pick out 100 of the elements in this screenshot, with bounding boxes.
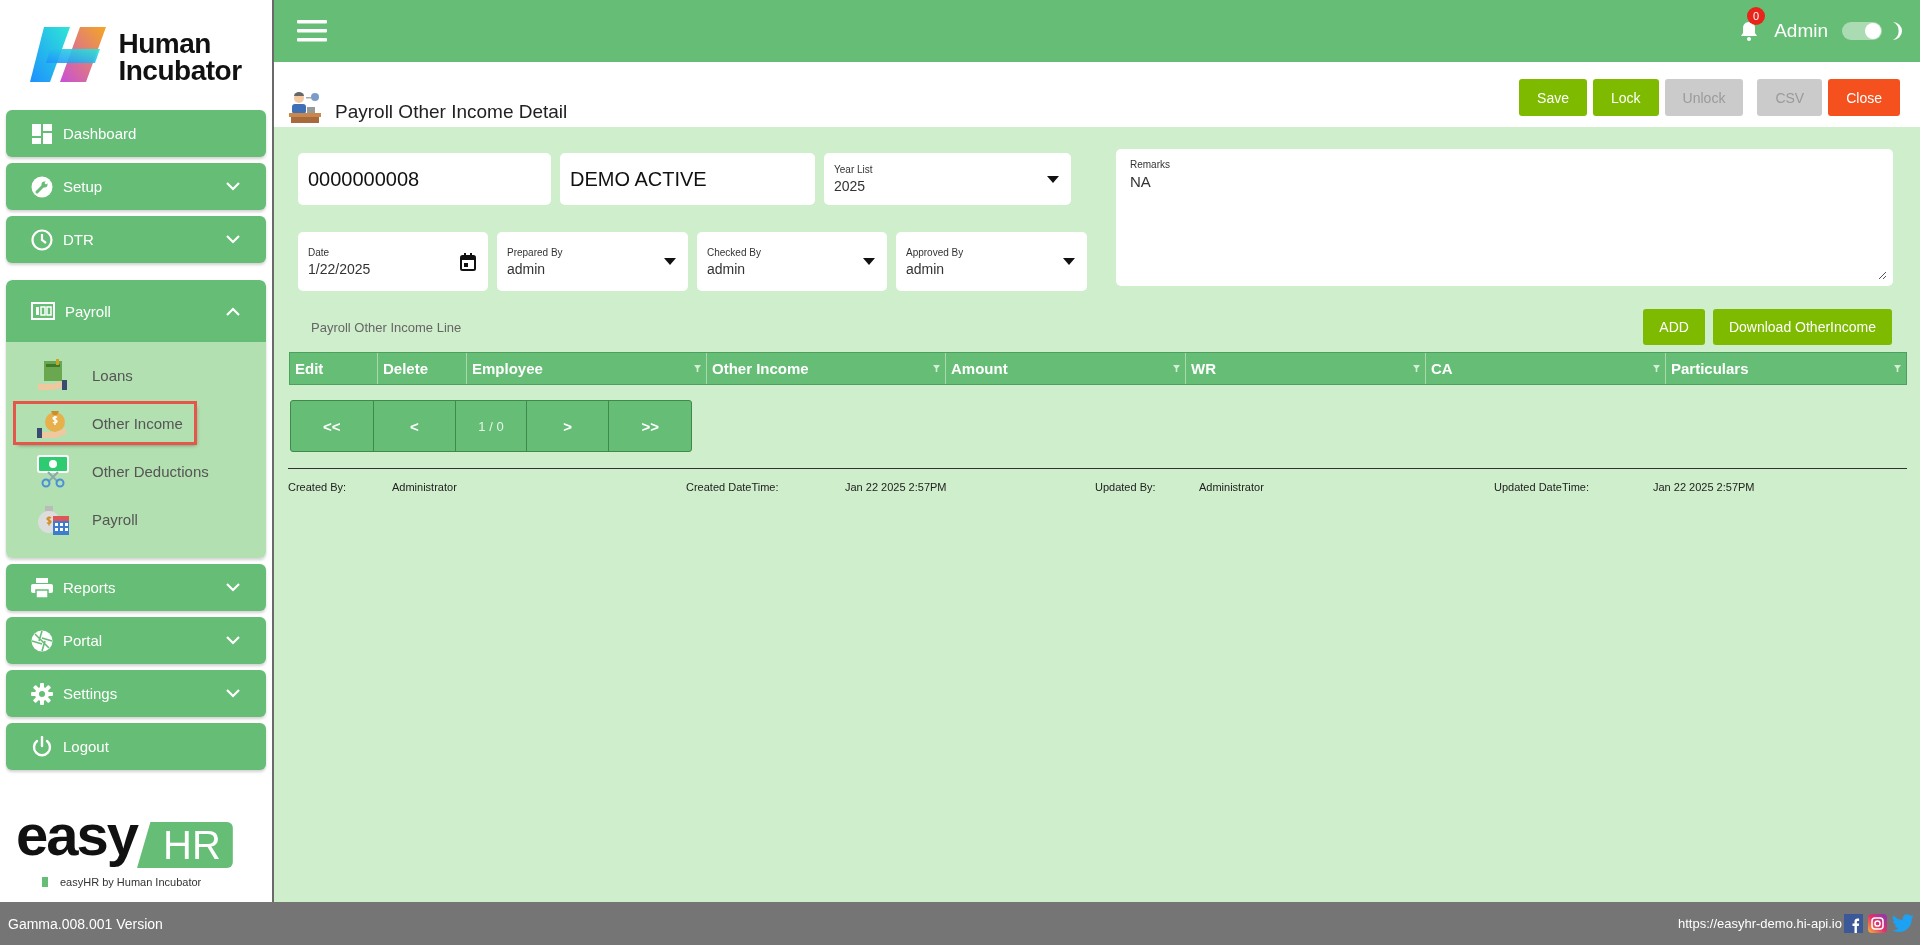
power-icon (31, 735, 53, 758)
bell-icon[interactable] (1740, 21, 1759, 41)
column-header[interactable]: Delete (378, 353, 467, 384)
sidebar-item-label: DTR (63, 231, 95, 248)
field-value: 2025 (834, 178, 867, 194)
column-label: WR (1191, 360, 1217, 377)
instagram-icon[interactable] (1868, 914, 1887, 933)
sidebar-item[interactable]: Logout (6, 723, 266, 770)
action-button[interactable]: Download OtherIncome (1712, 309, 1892, 345)
caret-down-icon (863, 258, 875, 265)
cash-scissors-icon (36, 454, 70, 488)
page-title: Payroll Other Income Detail (335, 101, 568, 123)
field-value: 1/22/2025 (308, 260, 372, 277)
column-header[interactable]: Edit (290, 353, 378, 384)
field-label: Remarks (1130, 159, 1171, 170)
sidebar-item-label: Portal (63, 632, 104, 649)
column-header[interactable]: Particulars (1666, 353, 1906, 384)
pager-button[interactable]: > (526, 401, 610, 451)
product-logo-tag: HR (137, 822, 233, 868)
sidebar-item[interactable]: Portal (6, 617, 266, 664)
facebook-icon[interactable] (1844, 914, 1863, 933)
column-label: Delete (383, 360, 430, 377)
audit-label: Updated DateTime: (1494, 481, 1590, 493)
column-header[interactable]: Amount (946, 353, 1186, 384)
submenu-label: Loans (92, 366, 133, 384)
submenu-label: Other Deductions (92, 462, 209, 480)
version-label: Gamma.008.001 Version (8, 915, 164, 932)
column-label: Other Income (712, 360, 810, 377)
website-link[interactable]: https://easyhr-demo.hi-api.io (1677, 916, 1842, 931)
field-label: Prepared By (507, 246, 564, 258)
dashboard-icon (31, 122, 53, 145)
select-field[interactable]: Year List 2025 (824, 153, 1071, 205)
sidebar-item-label: Logout (63, 738, 110, 755)
submenu-item[interactable]: Payroll (16, 500, 194, 538)
audit-value: Jan 22 2025 2:57PM (845, 481, 948, 493)
column-header[interactable]: WR (1186, 353, 1426, 384)
sidebar-item-label: Setup (63, 178, 104, 195)
printer-icon (31, 577, 53, 598)
sidebar-item[interactable]: Dashboard (6, 110, 266, 157)
select-field[interactable]: Approved By admin (896, 232, 1087, 291)
column-label: Particulars (1671, 360, 1750, 377)
column-header[interactable]: Employee (467, 353, 707, 384)
logo-caption: easyHR by Human Incubator (60, 876, 202, 888)
sidebar-item[interactable]: DTR (6, 216, 266, 263)
audit-label: Created By: (288, 481, 348, 493)
column-header[interactable]: CA (1426, 353, 1666, 384)
audit-label: Updated By: (1095, 481, 1157, 493)
date-field[interactable]: Date 1/22/2025 (298, 232, 488, 291)
logo-mark (42, 877, 48, 887)
column-label: Amount (951, 360, 1009, 377)
text-field[interactable]: DEMO ACTIVE (560, 153, 815, 205)
page-number-text: 1 / 0 (456, 401, 527, 451)
toolbar-button[interactable]: Lock (1593, 79, 1659, 116)
product-logo-word: easy (16, 802, 139, 868)
pager-button[interactable]: << (291, 401, 374, 451)
caret-down-icon (664, 258, 676, 265)
toolbar-button[interactable]: Save (1519, 79, 1588, 116)
pager-button[interactable]: >> (609, 401, 691, 451)
select-field[interactable]: Checked By admin (697, 232, 887, 291)
field-value: admin (707, 260, 747, 277)
field-value: 0000000008 (308, 167, 420, 191)
user-name[interactable]: Admin (1774, 20, 1828, 42)
remarks-field[interactable]: Remarks NA (1116, 149, 1893, 286)
submenu-item[interactable]: Other Income (16, 404, 194, 442)
notification-badge: 0 (1747, 7, 1766, 25)
select-field[interactable]: Prepared By admin (497, 232, 688, 291)
field-value: NA (1130, 173, 1152, 190)
action-button[interactable]: ADD (1643, 309, 1705, 345)
sidebar-item-label: Payroll (65, 302, 112, 320)
brand-name: Human (118, 30, 212, 57)
gear-icon (31, 682, 53, 705)
toolbar-button[interactable]: Close (1828, 79, 1900, 116)
field-label: Approved By (906, 246, 965, 258)
submenu-item[interactable]: Other Deductions (16, 452, 217, 490)
field-label: Date (308, 246, 331, 258)
audit-value: Administrator (392, 481, 458, 493)
submenu-item[interactable]: Loans (16, 356, 194, 394)
wrench-icon (31, 175, 53, 198)
audit-label: Created DateTime: (686, 481, 780, 493)
sidebar-item[interactable]: Payroll (6, 280, 266, 342)
pager-button[interactable]: < (373, 401, 457, 451)
column-header[interactable]: Other Income (707, 353, 946, 384)
clock-icon (31, 228, 53, 251)
sidebar-item[interactable]: Setup (6, 163, 266, 210)
calendar-icon (460, 252, 476, 271)
theme-toggle[interactable] (1842, 22, 1882, 40)
audit-value: Administrator (1199, 481, 1265, 493)
section-title: Payroll Other Income Line (311, 319, 463, 335)
sidebar-item[interactable]: Reports (6, 564, 266, 611)
column-label: Edit (295, 360, 325, 377)
field-label: Checked By (707, 246, 762, 258)
column-label: Employee (472, 360, 544, 377)
submenu-label: Other Income (92, 414, 183, 432)
field-value: admin (507, 260, 547, 277)
caret-down-icon (1047, 175, 1059, 183)
sidebar-item[interactable]: Settings (6, 670, 266, 717)
text-field[interactable]: 0000000008 (298, 153, 551, 205)
field-label: Year List (834, 164, 874, 175)
sidebar-item-label: Dashboard (63, 125, 138, 142)
menu-icon[interactable] (297, 20, 327, 42)
